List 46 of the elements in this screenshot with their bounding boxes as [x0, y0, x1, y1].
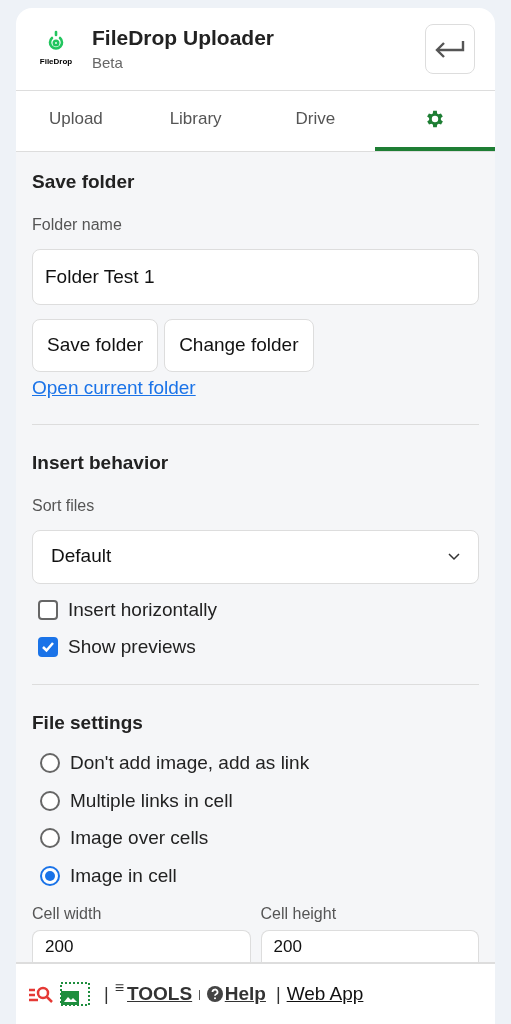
size-field[interactable]: 200 [260, 930, 479, 962]
section-heading: File settings [32, 710, 144, 735]
logo-text: FileDrop [39, 56, 73, 68]
sort-dropdown[interactable]: Default [32, 529, 479, 584]
checkbox[interactable] [38, 599, 58, 620]
folder-button[interactable]: Save folder [32, 318, 159, 372]
tab[interactable]: Upload [16, 91, 136, 151]
field-label: Folder name [32, 214, 123, 235]
chevron-down-icon [448, 552, 460, 561]
separator-text: | [198, 987, 201, 1002]
separator-text: | [275, 982, 281, 1006]
radio-label: Image over cells [70, 826, 209, 850]
search-list-icon[interactable] [28, 985, 54, 1003]
image-icon[interactable] [60, 982, 90, 1006]
tools-link[interactable]: ≡TOOLS [114, 979, 193, 1009]
return-button[interactable] [425, 24, 475, 74]
radio-button[interactable] [40, 753, 60, 774]
checkbox-label: Insert horizontally [68, 597, 217, 622]
app-title: FileDrop Uploader [92, 24, 276, 51]
app-subtitle: Beta [92, 52, 124, 73]
field-label: Sort files [32, 495, 96, 516]
web-app-link[interactable]: Web App [286, 979, 364, 1009]
size-field[interactable]: 200 [32, 930, 251, 962]
field-label: Cell height [260, 904, 338, 924]
radio-label: Don't add image, add as link [70, 751, 310, 775]
tab[interactable]: Drive [255, 91, 376, 151]
radio-button[interactable] [40, 828, 60, 849]
help-link[interactable]: Help [206, 979, 266, 1009]
drop-logo-icon [47, 30, 65, 52]
radio-button[interactable] [40, 790, 60, 811]
folder-name-field[interactable]: Folder Test 1 [32, 248, 479, 305]
radio-label: Image in cell [70, 863, 177, 888]
radio-button[interactable] [40, 865, 60, 886]
tab[interactable]: Library [135, 91, 256, 151]
return-arrow-icon [435, 40, 465, 58]
section-heading: Insert behavior [32, 451, 170, 475]
section-heading: Save folder [32, 170, 136, 194]
checkbox-label: Show previews [68, 635, 196, 659]
help-icon [206, 986, 223, 1002]
checkmark-icon [41, 640, 55, 655]
field-label: Cell width [32, 904, 103, 924]
separator-text: | [104, 982, 109, 1006]
radio-label: Multiple links in cell [70, 788, 233, 813]
open-folder-link[interactable]: Open current folder [32, 373, 196, 402]
checkbox[interactable] [38, 637, 58, 658]
folder-button[interactable]: Change folder [164, 318, 314, 372]
